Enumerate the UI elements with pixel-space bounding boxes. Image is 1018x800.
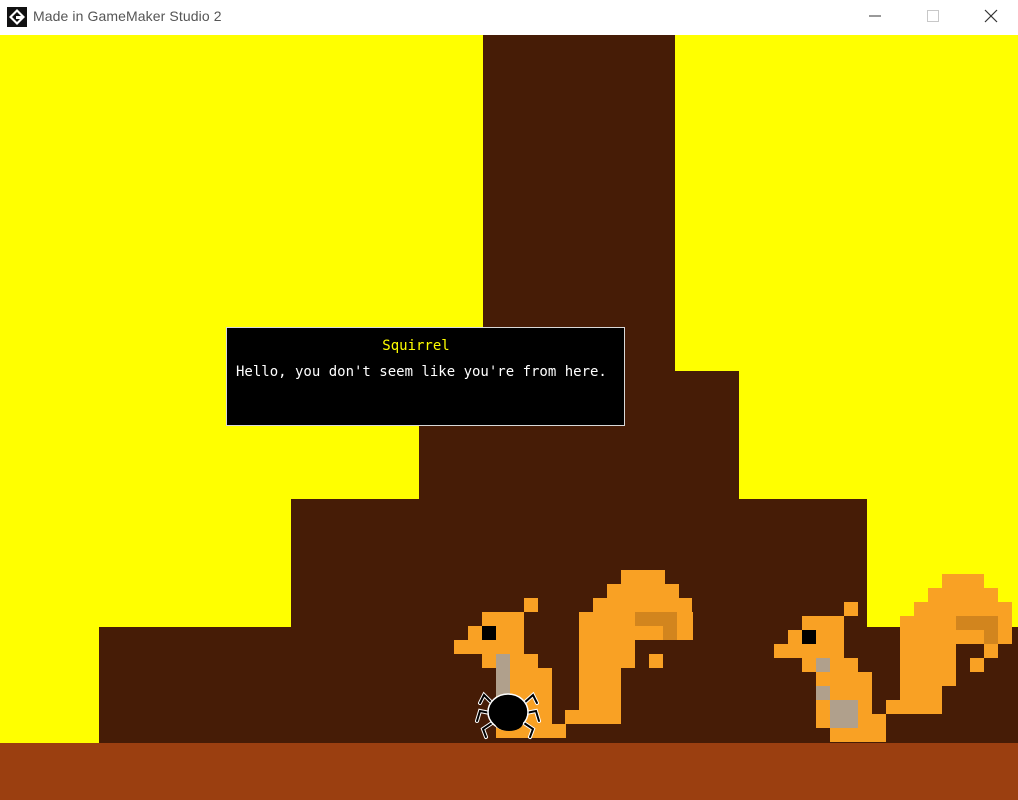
- window-title: Made in GameMaker Studio 2: [33, 8, 222, 24]
- window-titlebar: Made in GameMaker Studio 2: [0, 0, 1018, 35]
- dialog-box: Squirrel Hello, you don't seem like you'…: [226, 327, 625, 426]
- close-button[interactable]: [962, 0, 1018, 32]
- minimize-icon: [869, 15, 881, 17]
- maximize-icon: [927, 10, 939, 22]
- close-icon: [984, 9, 998, 23]
- minimize-button[interactable]: [846, 0, 904, 32]
- dialog-speaker-name: Squirrel: [382, 338, 450, 354]
- maximize-button[interactable]: [904, 0, 962, 32]
- gamemaker-logo-icon: [7, 7, 27, 27]
- ground: [0, 743, 1018, 800]
- game-viewport[interactable]: Squirrel Hello, you don't seem like you'…: [0, 35, 1018, 800]
- dialog-message: Hello, you don't seem like you're from h…: [236, 364, 607, 380]
